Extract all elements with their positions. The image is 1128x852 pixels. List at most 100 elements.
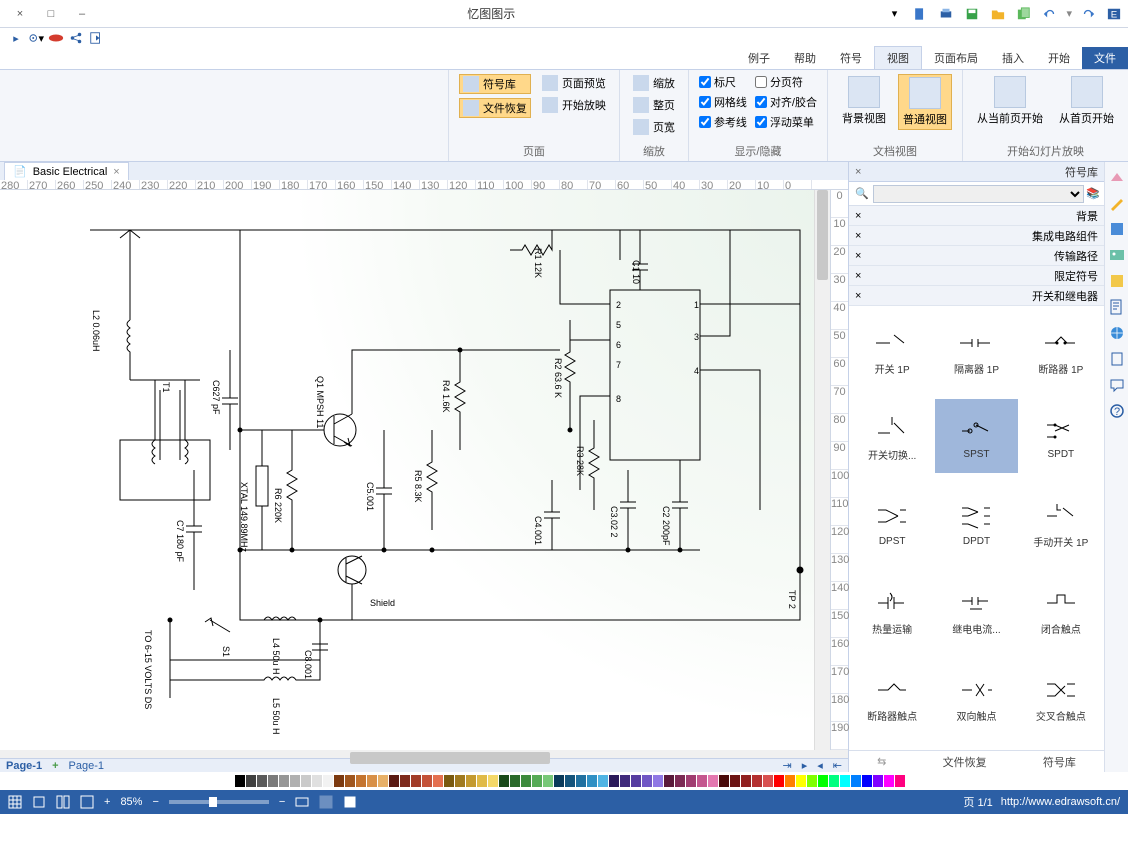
- color-swatch[interactable]: [312, 775, 322, 787]
- gridlines-checkbox[interactable]: 网格线: [699, 94, 747, 110]
- color-swatch[interactable]: [741, 775, 751, 787]
- view-mode-1-icon[interactable]: [295, 795, 309, 809]
- text-tool-icon[interactable]: [1108, 298, 1126, 316]
- redo-icon[interactable]: [1078, 4, 1098, 24]
- color-swatch[interactable]: [334, 775, 344, 787]
- color-swatch[interactable]: [257, 775, 267, 787]
- menu-tab[interactable]: 例子: [736, 47, 782, 69]
- page-width-button[interactable]: 页宽: [630, 118, 678, 136]
- vertical-scrollbar[interactable]: [814, 190, 830, 750]
- symbol-item[interactable]: 闭合触点: [1020, 572, 1102, 646]
- new-doc-icon[interactable]: [910, 4, 930, 24]
- symbol-item[interactable]: 继电电流...: [935, 572, 1017, 646]
- color-swatch[interactable]: [345, 775, 355, 787]
- menu-tab[interactable]: 开始: [1036, 47, 1082, 69]
- undo-icon[interactable]: [1040, 4, 1060, 24]
- add-page-button[interactable]: +: [52, 760, 58, 772]
- menu-tab[interactable]: 插入: [990, 47, 1036, 69]
- color-swatch[interactable]: [389, 775, 399, 787]
- color-swatch[interactable]: [631, 775, 641, 787]
- search-icon[interactable]: 🔍: [853, 185, 871, 203]
- zoom-out-button[interactable]: −: [152, 796, 158, 808]
- color-swatch[interactable]: [686, 775, 696, 787]
- color-swatch[interactable]: [697, 775, 707, 787]
- color-swatch[interactable]: [752, 775, 762, 787]
- comment-tool-icon[interactable]: [1108, 376, 1126, 394]
- color-swatch[interactable]: [675, 775, 685, 787]
- fill-tool-icon[interactable]: [1108, 168, 1126, 186]
- file-recovery-button[interactable]: 文件恢复: [459, 98, 531, 118]
- grid-toggle-icon[interactable]: [8, 795, 22, 809]
- globe-tool-icon[interactable]: [1108, 324, 1126, 342]
- menu-tab[interactable]: 符号: [828, 47, 874, 69]
- color-swatch[interactable]: [840, 775, 850, 787]
- accordion-section[interactable]: ×集成电路组件: [849, 226, 1104, 246]
- normal-view-button[interactable]: 普通视图: [898, 74, 952, 130]
- color-swatch[interactable]: [499, 775, 509, 787]
- symbol-search-select[interactable]: [873, 185, 1084, 203]
- color-swatch[interactable]: [873, 775, 883, 787]
- color-swatch[interactable]: [554, 775, 564, 787]
- color-swatch[interactable]: [301, 775, 311, 787]
- color-swatch[interactable]: [829, 775, 839, 787]
- arrow-right-icon[interactable]: ▸: [8, 30, 24, 46]
- gear-icon[interactable]: ▾: [28, 30, 44, 46]
- horizontal-scrollbar[interactable]: [0, 750, 848, 758]
- color-swatch[interactable]: [730, 775, 740, 787]
- view-mode-3-icon[interactable]: [343, 795, 357, 809]
- symbol-item[interactable]: 手动开关 1P: [1020, 486, 1102, 560]
- color-swatch[interactable]: [532, 775, 542, 787]
- color-swatch[interactable]: [268, 775, 278, 787]
- color-swatch[interactable]: [224, 775, 234, 787]
- color-swatch[interactable]: [235, 775, 245, 787]
- image-tool-icon[interactable]: [1108, 246, 1126, 264]
- accordion-section[interactable]: ×传输路径: [849, 246, 1104, 266]
- color-swatch[interactable]: [719, 775, 729, 787]
- color-swatch[interactable]: [290, 775, 300, 787]
- share-icon[interactable]: [68, 30, 84, 46]
- color-swatch[interactable]: [488, 775, 498, 787]
- color-swatch[interactable]: [356, 775, 366, 787]
- color-swatch[interactable]: [543, 775, 553, 787]
- pagebreak-checkbox[interactable]: 分页符: [755, 74, 817, 90]
- menu-tab[interactable]: 页面布局: [922, 47, 990, 69]
- note-tool-icon[interactable]: [1108, 272, 1126, 290]
- from-current-page-button[interactable]: 从当前页开始: [973, 74, 1047, 128]
- page-preview-button[interactable]: 页面预览: [539, 74, 609, 92]
- symbol-item[interactable]: 隔离器 1P: [935, 312, 1017, 386]
- ruler-checkbox[interactable]: 标尺: [699, 74, 747, 90]
- float-menu-checkbox[interactable]: 浮动菜单: [755, 114, 817, 130]
- export-icon[interactable]: [88, 30, 104, 46]
- symbol-item[interactable]: 热量运输: [851, 572, 933, 646]
- page-tab-current[interactable]: Page-1: [6, 760, 42, 772]
- symbol-item[interactable]: 开关切换...: [851, 399, 933, 473]
- pencil-tool-icon[interactable]: [1108, 194, 1126, 212]
- page-nav-prev[interactable]: ◂: [817, 759, 823, 772]
- help-icon[interactable]: ?: [1108, 402, 1126, 420]
- footer-tab[interactable]: 符号库: [1043, 754, 1076, 770]
- menu-tab-view[interactable]: 视图: [874, 46, 922, 69]
- page-nav-next[interactable]: ▸: [802, 759, 808, 772]
- color-swatch[interactable]: [444, 775, 454, 787]
- symbol-item[interactable]: SPDT: [1020, 399, 1102, 473]
- color-swatch[interactable]: [598, 775, 608, 787]
- zoom-out-button-2[interactable]: −: [279, 796, 285, 808]
- color-swatch[interactable]: [246, 775, 256, 787]
- print-icon[interactable]: [936, 4, 956, 24]
- zoom-button[interactable]: 缩放: [630, 74, 678, 92]
- color-swatch[interactable]: [708, 775, 718, 787]
- accordion-section[interactable]: ×开关和继电器: [849, 286, 1104, 306]
- color-swatch[interactable]: [774, 775, 784, 787]
- window-maximize-button[interactable]: □: [37, 0, 65, 28]
- snap-icon[interactable]: [32, 795, 46, 809]
- color-swatch[interactable]: [411, 775, 421, 787]
- color-swatch[interactable]: [818, 775, 828, 787]
- from-first-page-button[interactable]: 从首页开始: [1055, 74, 1118, 128]
- paint-icon[interactable]: [48, 30, 64, 46]
- undo-dropdown[interactable]: ▾: [1066, 7, 1072, 20]
- symbol-item[interactable]: 断路器 1P: [1020, 312, 1102, 386]
- fullscreen-icon[interactable]: [80, 795, 94, 809]
- color-swatch[interactable]: [433, 775, 443, 787]
- color-swatch[interactable]: [367, 775, 377, 787]
- color-swatch[interactable]: [620, 775, 630, 787]
